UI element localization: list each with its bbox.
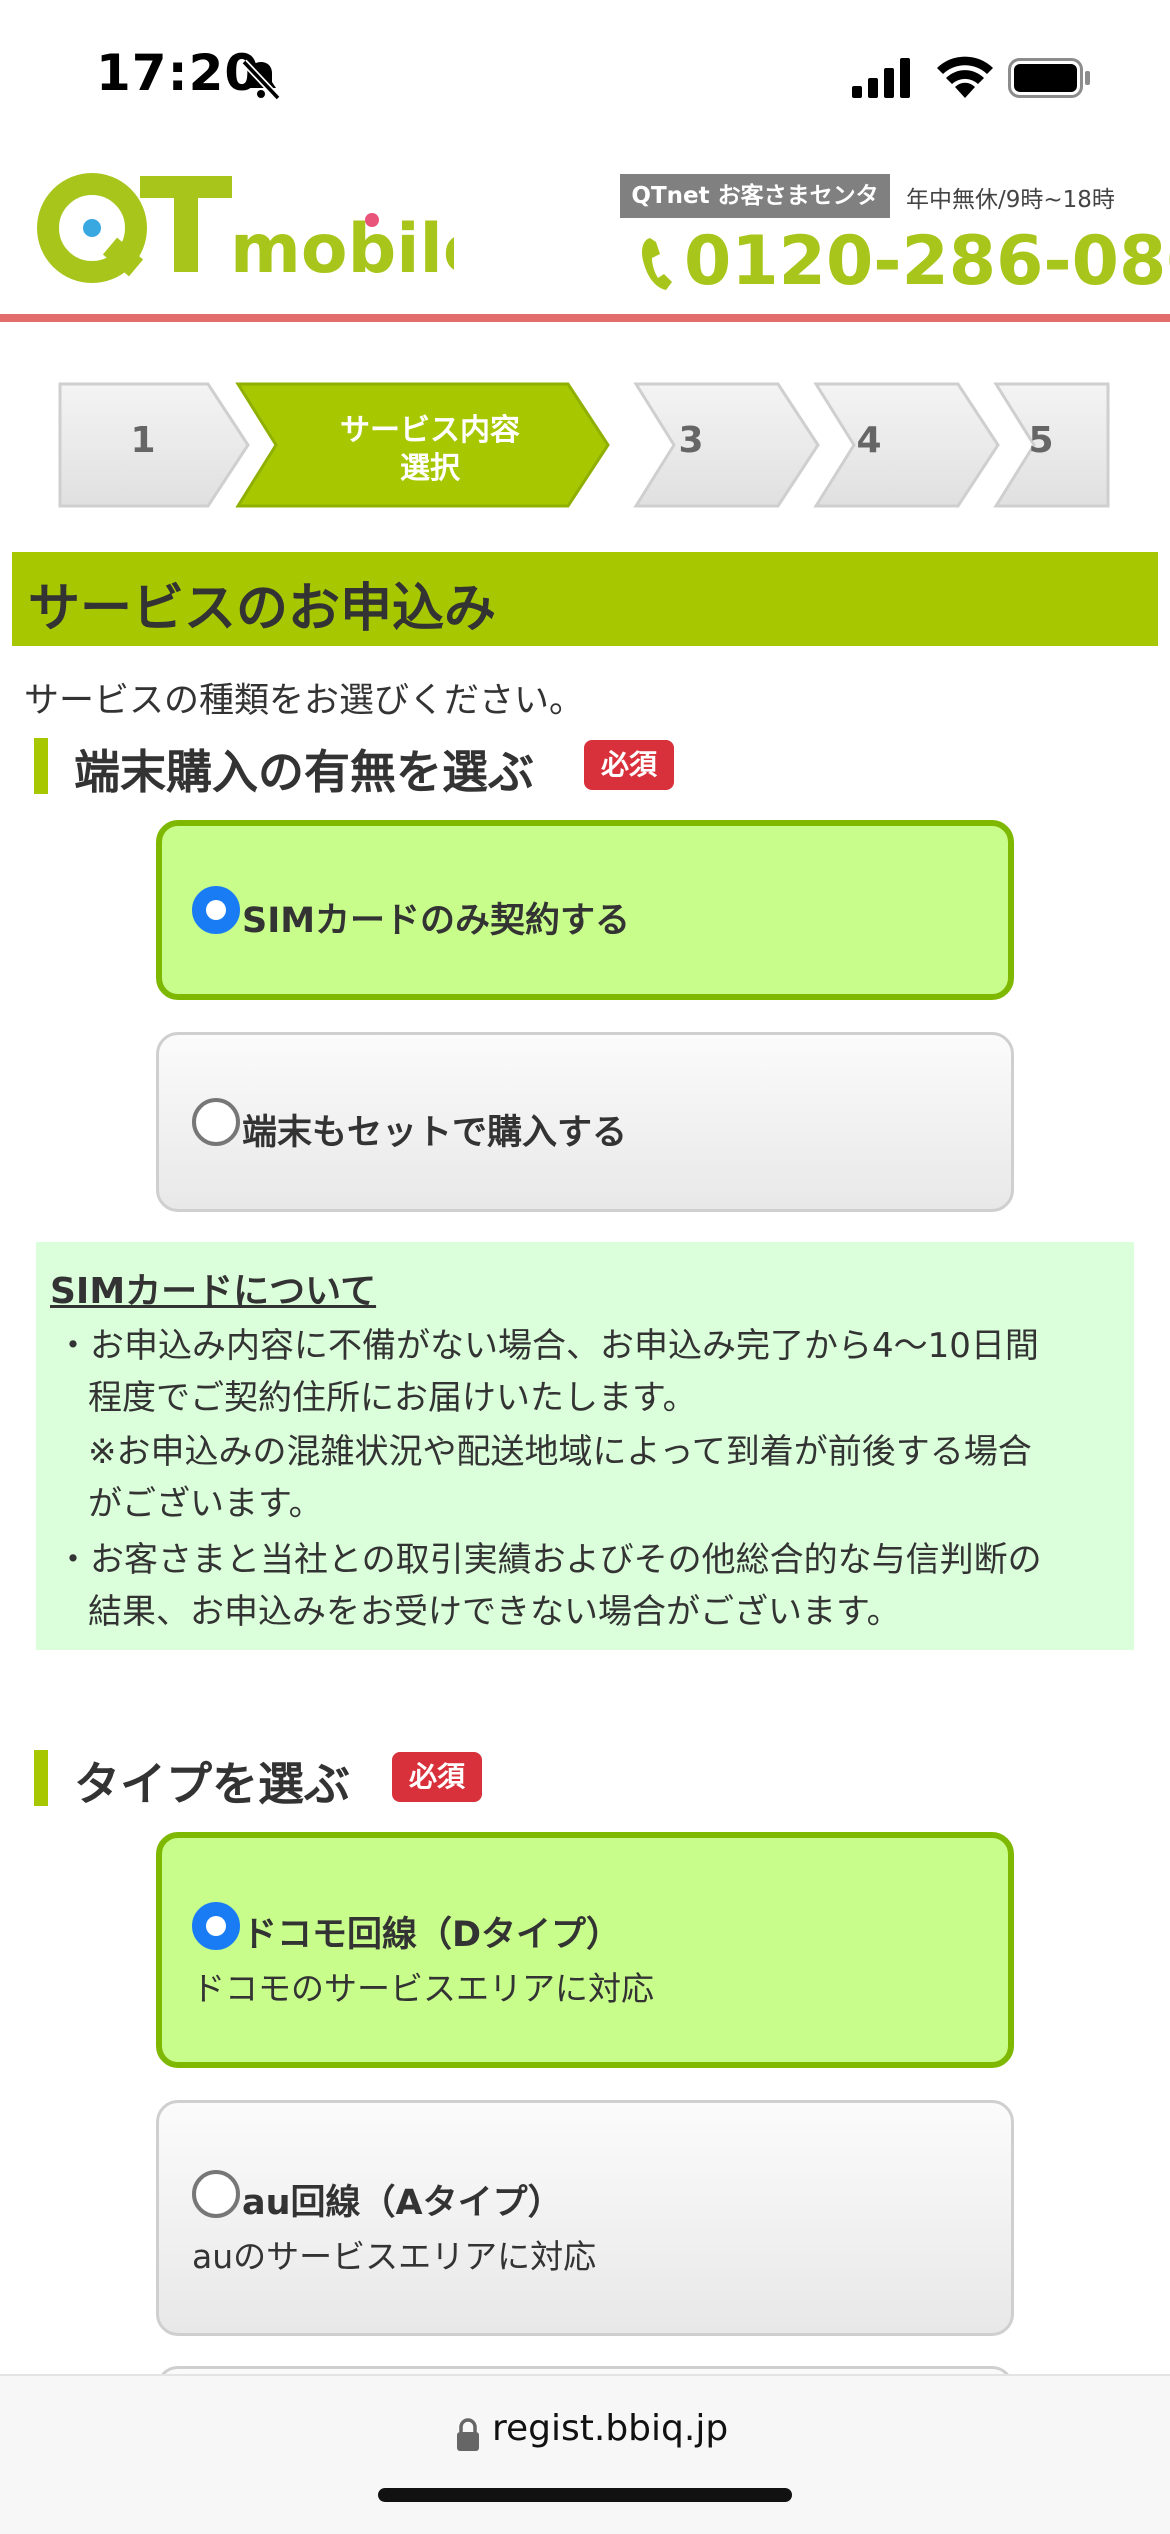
header-divider <box>0 314 1170 322</box>
required-badge: 必須 <box>584 740 674 790</box>
progress-steps <box>58 382 1110 508</box>
intro-text: サービスの種類をお選びください。 <box>24 681 585 721</box>
business-hours: 年中無休/9時~18時 <box>906 187 1115 213</box>
sim-info-line: ・お申込み内容に不備がない場合、お申込み完了から4〜10日間 <box>56 1326 1039 1366</box>
sim-info-line: 程度でご契約住所にお届けいたします。 <box>88 1378 697 1418</box>
step-2-active: サービス内容 選択 <box>300 412 560 488</box>
option-sim-only[interactable]: SIMカードのみ契約する <box>156 820 1014 1000</box>
option-au[interactable]: au回線（Aタイプ） auのサービスエリアに対応 <box>156 2100 1014 2336</box>
phone-number-link[interactable]: 0120-286-080 <box>684 222 1170 301</box>
browser-url-bar[interactable] <box>0 2374 1170 2534</box>
sim-info-line: ・お客さまと当社との取引実績およびその他総合的な与信判断の <box>56 1540 1042 1580</box>
sim-info-line: ※お申込みの混雑状況や配送地域によって到着が前後する場合 <box>88 1432 1032 1472</box>
option-with-device[interactable]: 端末もセットで購入する <box>156 1032 1014 1212</box>
page-title: サービスのお申込み <box>28 579 497 639</box>
svg-text:mobile: mobile <box>230 210 454 288</box>
wifi-icon <box>937 56 993 98</box>
bell-slash-icon <box>241 59 281 101</box>
lock-icon <box>457 2418 479 2451</box>
step-5: 5 <box>1028 420 1054 461</box>
step-2-label-line1: サービス内容 <box>340 413 520 448</box>
radio-au[interactable] <box>192 2170 240 2218</box>
option-sublabel: auのサービスエリアに対応 <box>192 2237 597 2276</box>
sim-info-title: SIMカードについて <box>50 1271 377 1312</box>
option-label: au回線（Aタイプ） <box>242 2183 563 2223</box>
battery-icon <box>1008 58 1090 98</box>
option-sublabel: ドコモのサービスエリアに対応 <box>192 1969 654 2008</box>
cellular-signal-icon <box>852 58 910 98</box>
phone-icon <box>642 238 672 290</box>
option-label: SIMカードのみ契約する <box>242 901 631 941</box>
step-2-label-line2: 選択 <box>400 451 460 486</box>
step-4: 4 <box>856 420 882 461</box>
sim-info-line: 結果、お申込みをお受けできない場合がございます。 <box>88 1592 901 1632</box>
section-heading-bar <box>34 738 48 794</box>
radio-sim-only[interactable] <box>192 886 240 934</box>
device-section-heading: 端末購入の有無を選ぶ <box>74 745 534 799</box>
option-label: ドコモ回線（Dタイプ） <box>242 1915 622 1955</box>
step-3: 3 <box>678 420 704 461</box>
type-section-heading: タイプを選ぶ <box>74 1757 350 1811</box>
home-indicator[interactable] <box>378 2488 792 2502</box>
step-1: 1 <box>130 420 156 461</box>
radio-with-device[interactable] <box>192 1098 240 1146</box>
qtmobile-logo: mobile <box>37 173 454 288</box>
option-label: 端末もセットで購入する <box>242 1113 628 1153</box>
customer-center-badge: QTnet お客さまセンター <box>620 174 890 253</box>
sim-info-line: がございます。 <box>88 1484 323 1524</box>
status-time: 17:20 <box>96 44 261 102</box>
section-heading-bar <box>34 1750 48 1806</box>
radio-docomo[interactable] <box>192 1902 240 1950</box>
required-badge: 必須 <box>392 1752 482 1802</box>
url-text[interactable]: regist.bbiq.jp <box>492 2408 728 2449</box>
option-docomo[interactable]: ドコモ回線（Dタイプ） ドコモのサービスエリアに対応 <box>156 1832 1014 2068</box>
